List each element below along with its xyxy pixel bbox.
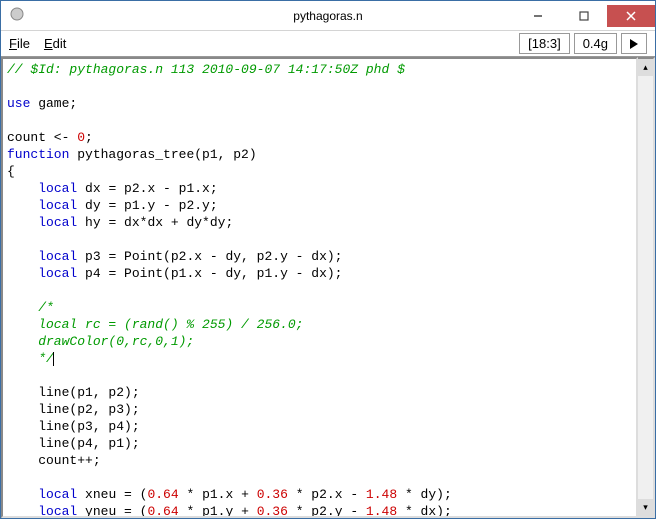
code-number: 0.36 <box>257 487 288 502</box>
code-text: yneu = ( <box>77 504 147 518</box>
code-text: dy = p1.y - p2.y; <box>77 198 217 213</box>
menubar: File Edit [18:3] 0.4g <box>1 31 655 57</box>
code-text: hy = dx*dx + dy*dy; <box>77 215 233 230</box>
code-comment: */ <box>7 351 54 366</box>
scroll-track[interactable] <box>638 76 653 499</box>
code-text: p3 = Point(p2.x - dy, p2.y - dx); <box>77 249 342 264</box>
code-text: { <box>7 164 15 179</box>
code-number: 1.48 <box>366 487 397 502</box>
editor-area: // $Id: pythagoras.n 113 2010-09-07 14:1… <box>1 57 655 518</box>
code-keyword: local <box>38 215 77 230</box>
code-text: * p2.y - <box>288 504 366 518</box>
code-keyword: use <box>7 96 30 111</box>
code-comment: local rc = (rand() % 255) / 256.0; <box>7 317 303 332</box>
code-number: 0.64 <box>147 487 178 502</box>
code-comment: drawColor(0,rc,0,1); <box>7 334 194 349</box>
cursor-position: [18:3] <box>519 33 570 54</box>
code-keyword: local <box>38 487 77 502</box>
code-text: p4 = Point(p1.x - dy, p1.y - dx); <box>77 266 342 281</box>
code-text: line(p1, p2); <box>7 385 140 400</box>
code-text: * dx); <box>397 504 452 518</box>
code-number: 0.36 <box>257 504 288 518</box>
play-icon <box>629 38 639 50</box>
code-text: line(p3, p4); <box>7 419 140 434</box>
code-editor[interactable]: // $Id: pythagoras.n 113 2010-09-07 14:1… <box>1 57 638 518</box>
minimize-button[interactable] <box>515 5 561 27</box>
code-text: * dy); <box>397 487 452 502</box>
run-button[interactable] <box>621 33 647 54</box>
code-text: xneu = ( <box>77 487 147 502</box>
code-comment: // $Id: pythagoras.n 113 2010-09-07 14:1… <box>7 62 405 77</box>
menu-edit[interactable]: Edit <box>44 36 66 51</box>
code-keyword: local <box>38 181 77 196</box>
code-number: 1.48 <box>366 504 397 518</box>
app-icon <box>9 6 29 26</box>
scroll-up-arrow[interactable]: ▴ <box>638 59 653 76</box>
code-text: line(p2, p3); <box>7 402 140 417</box>
code-text: count <- <box>7 130 77 145</box>
code-number: 0 <box>77 130 85 145</box>
maximize-button[interactable] <box>561 5 607 27</box>
titlebar: pythagoras.n <box>1 1 655 31</box>
vertical-scrollbar[interactable]: ▴ ▾ <box>638 57 655 518</box>
code-comment: /* <box>7 300 54 315</box>
text-caret <box>53 352 54 366</box>
code-text: count++; <box>7 453 101 468</box>
code-keyword: local <box>38 504 77 518</box>
window-controls <box>515 5 655 27</box>
code-keyword: local <box>38 249 77 264</box>
code-keyword: local <box>38 198 77 213</box>
code-text: dx = p2.x - p1.x; <box>77 181 217 196</box>
scroll-down-arrow[interactable]: ▾ <box>638 499 653 516</box>
code-text: line(p4, p1); <box>7 436 140 451</box>
code-text: * p1.x + <box>179 487 257 502</box>
code-text: * p1.y + <box>179 504 257 518</box>
code-keyword: local <box>38 266 77 281</box>
code-text: game; <box>30 96 77 111</box>
memory-indicator: 0.4g <box>574 33 617 54</box>
menu-file[interactable]: File <box>9 36 30 51</box>
code-text: ; <box>85 130 93 145</box>
code-text: * p2.x - <box>288 487 366 502</box>
code-keyword: function <box>7 147 69 162</box>
code-number: 0.64 <box>147 504 178 518</box>
close-button[interactable] <box>607 5 655 27</box>
code-text: pythagoras_tree(p1, p2) <box>69 147 256 162</box>
